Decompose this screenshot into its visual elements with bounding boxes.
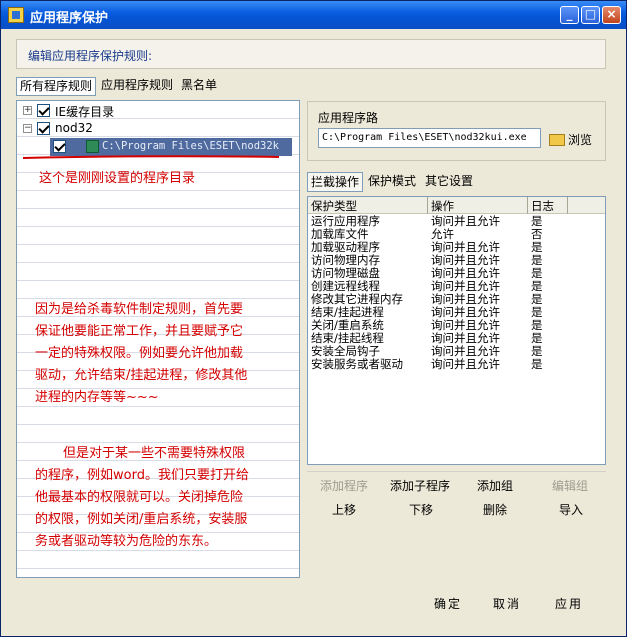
apply-button[interactable]: 应用 (555, 595, 583, 612)
annotation-line: 但是对于某一些不需要特殊权限 (63, 446, 246, 461)
tab-intercept-ops[interactable]: 拦截操作 (307, 172, 364, 192)
browse-button[interactable]: 浏览 (549, 131, 592, 149)
table-row[interactable]: 安装服务或者驱动 询问并且允许 是 (308, 358, 605, 371)
annotation-line: 的程序，例如word。我们只要打开给 (35, 468, 249, 483)
tree-item-ie-cache[interactable]: + IE缓存目录 (17, 102, 299, 119)
column-divider[interactable] (527, 197, 528, 214)
move-down-button[interactable]: 下移 (409, 501, 433, 518)
delete-button[interactable]: 删除 (483, 501, 507, 518)
annotation-line: 务或者驱动等较为危险的东东。 (35, 534, 218, 549)
header-text: 编辑应用程序保护规则: (28, 49, 153, 63)
cell-type: 安装服务或者驱动 (311, 357, 403, 371)
add-group-button[interactable]: 添加组 (477, 477, 513, 494)
app-path-input[interactable]: C:\Program Files\ESET\nod32kui.exe (318, 128, 541, 148)
status-bar (1, 623, 626, 636)
red-underline-mark (22, 155, 280, 159)
column-header-log[interactable]: 日志 (531, 198, 554, 214)
tree-checkbox[interactable] (37, 122, 50, 135)
column-header-type[interactable]: 保护类型 (311, 198, 357, 214)
edit-group-button[interactable]: 编辑组 (552, 477, 588, 494)
divider (307, 471, 606, 472)
column-header-action[interactable]: 操作 (431, 198, 454, 214)
cell-log: 是 (531, 357, 543, 371)
app-icon (8, 7, 24, 23)
annotation-line: 一定的特殊权限。例如要允许他加载 (35, 346, 244, 361)
column-divider[interactable] (427, 197, 428, 214)
collapse-icon[interactable]: − (23, 124, 32, 133)
annotation-line: 进程的内存等等~~~ (35, 390, 159, 405)
program-tree[interactable]: + IE缓存目录 − nod32 C:\Program Files\ESET\n… (16, 100, 300, 578)
window-title: 应用程序保护 (30, 11, 109, 26)
title-bar[interactable]: 应用程序保护 _ □ × (1, 1, 626, 29)
add-child-program-button[interactable]: 添加子程序 (390, 477, 450, 494)
program-icon (86, 140, 99, 153)
table-header: 保护类型 操作 日志 (308, 197, 605, 214)
tab-blacklist[interactable]: 黑名单 (178, 77, 220, 96)
cell-action: 询问并且允许 (431, 357, 500, 371)
browse-label: 浏览 (568, 133, 593, 147)
import-button[interactable]: 导入 (559, 501, 583, 518)
close-button[interactable]: × (602, 6, 621, 24)
maximize-button[interactable]: □ (581, 6, 600, 24)
annotation-line: 驱动，允许结束/挂起进程，修改其他 (35, 368, 248, 383)
header-panel: 编辑应用程序保护规则: (16, 39, 606, 69)
ok-button[interactable]: 确定 (434, 595, 462, 612)
tree-item-nod32[interactable]: − nod32 (17, 120, 299, 137)
tab-protection-mode[interactable]: 保护模式 (365, 172, 419, 192)
annotation-line: 他最基本的权限就可以。关闭掉危险 (35, 490, 244, 505)
tree-item-label: nod32 (55, 121, 93, 135)
tree-checkbox[interactable] (53, 140, 66, 153)
column-divider[interactable] (567, 197, 568, 214)
app-protection-window: 应用程序保护 _ □ × 编辑应用程序保护规则: 所有程序规则 应用程序规则 黑… (0, 0, 627, 637)
operations-table[interactable]: 保护类型 操作 日志 运行应用程序 询问并且允许是加载库文件 允许否加载驱动程序 询问… (307, 196, 606, 465)
expand-icon[interactable]: + (23, 106, 32, 115)
tab-all-rules[interactable]: 所有程序规则 (16, 77, 97, 96)
app-path-label: 应用程序路 (318, 111, 379, 125)
tab-app-rules[interactable]: 应用程序规则 (98, 77, 176, 96)
minimize-button[interactable]: _ (560, 6, 579, 24)
selected-path-label: C:\Program Files\ESET\nod32k (102, 140, 280, 152)
annotation-line: 因为是给杀毒软件制定规则，首先要 (35, 302, 244, 317)
tab-other-settings[interactable]: 其它设置 (422, 172, 476, 192)
tree-item-label: IE缓存目录 (55, 105, 115, 119)
annotation-line: 的权限，例如关闭/重启系统，安装服 (35, 512, 248, 527)
move-up-button[interactable]: 上移 (332, 501, 356, 518)
folder-icon (549, 133, 565, 146)
tree-checkbox[interactable] (37, 104, 50, 117)
annotation-line: 保证他要能正常工作，并且要赋予它 (35, 324, 244, 339)
app-path-group: 应用程序路 C:\Program Files\ESET\nod32kui.exe… (307, 101, 606, 161)
annotation-caption: 这个是刚刚设置的程序目录 (39, 171, 196, 186)
cancel-button[interactable]: 取消 (493, 595, 521, 612)
add-program-button[interactable]: 添加程序 (320, 477, 368, 494)
